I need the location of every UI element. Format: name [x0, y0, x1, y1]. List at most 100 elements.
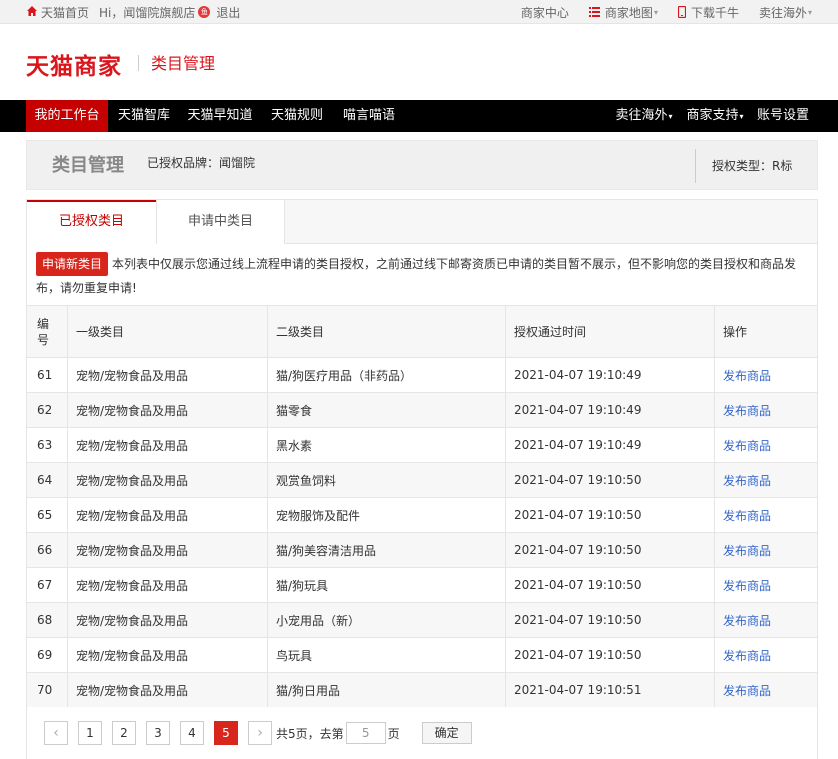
column-divider — [505, 638, 506, 672]
header-category-2: 二级类目 — [276, 325, 325, 339]
publish-product-link[interactable]: 发布商品 — [723, 542, 771, 559]
publish-product-link[interactable]: 发布商品 — [723, 577, 771, 594]
cell-category-2: 鸟玩具 — [276, 648, 313, 663]
cell-id: 70 — [37, 683, 53, 697]
column-divider — [267, 498, 268, 532]
title-divider — [695, 149, 696, 183]
table-row: 70 宠物/宠物食品及用品 猫/狗日用品 2021-04-07 19:10:51 发布商… — [27, 672, 817, 707]
publish-product-link[interactable]: 发布商品 — [723, 402, 771, 419]
page-5-button[interactable]: 5 — [214, 721, 238, 745]
table-row: 68 宠物/宠物食品及用品 小宠用品（新） 2021-04-07 19:10:50 发布… — [27, 602, 817, 637]
page-3-button[interactable]: 3 — [146, 721, 170, 745]
logout-link[interactable]: 退出 — [216, 4, 240, 21]
cell-category-2: 小宠用品（新） — [276, 613, 361, 628]
chevron-down-icon: ▾ — [807, 7, 812, 17]
authorization-type: 授权类型：R标 — [712, 159, 793, 173]
page-number-input[interactable] — [345, 722, 386, 744]
column-divider — [714, 603, 715, 637]
cell-operation: 发布商品 — [723, 568, 813, 602]
cell-category-2: 猫零食 — [276, 403, 313, 418]
cell-auth-time: 2021-04-07 19:10:51 — [514, 683, 642, 697]
column-divider — [67, 463, 68, 497]
publish-product-link[interactable]: 发布商品 — [723, 507, 771, 524]
next-page-button[interactable]: › — [248, 721, 272, 745]
nav-item-workbench[interactable]: 我的工作台 — [26, 100, 108, 132]
nav-item-rules[interactable]: 天猫规则 — [264, 100, 330, 132]
header-id: 编号 — [37, 316, 50, 347]
shop-badge-icon: 鱼 — [198, 6, 211, 18]
cell-id: 63 — [37, 438, 53, 452]
column-divider — [67, 568, 68, 602]
cell-operation: 发布商品 — [723, 638, 813, 672]
publish-product-link[interactable]: 发布商品 — [723, 437, 771, 454]
download-qianniu-link[interactable]: 下载千牛 — [677, 4, 739, 21]
cell-operation: 发布商品 — [723, 533, 813, 567]
nav-merchant-support-label: 商家支持 — [686, 108, 739, 123]
cell-category-1: 宠物/宠物食品及用品 — [76, 683, 189, 698]
page-1-button[interactable]: 1 — [78, 721, 102, 745]
column-divider — [505, 463, 506, 497]
sell-overseas-top-label: 卖往海外 — [758, 5, 807, 20]
nav-item-zaozhidao[interactable]: 天猫早知道 — [182, 100, 258, 132]
cell-category-1: 宠物/宠物食品及用品 — [76, 543, 189, 558]
publish-product-link[interactable]: 发布商品 — [723, 612, 771, 629]
cell-operation: 发布商品 — [723, 393, 813, 427]
cell-category-1: 宠物/宠物食品及用品 — [76, 578, 189, 593]
home-icon — [27, 6, 37, 16]
cell-operation: 发布商品 — [723, 673, 813, 707]
merchant-center-label: 商家中心 — [520, 5, 569, 20]
sell-overseas-top-link[interactable]: 卖往海外 ▾ — [759, 4, 812, 21]
column-divider — [67, 673, 68, 707]
cell-id: 66 — [37, 543, 53, 557]
nav-sell-overseas-label: 卖往海外 — [615, 108, 668, 123]
column-divider — [714, 306, 715, 357]
tmall-merchant-logo[interactable]: 天猫商家 — [26, 47, 122, 81]
logo-divider — [138, 55, 139, 71]
merchant-map-link[interactable]: 商家地图 ▾ — [588, 4, 658, 21]
go-to-page-button[interactable]: 确定 — [421, 722, 472, 744]
column-divider — [67, 533, 68, 567]
nav-item-merchant-support[interactable]: 商家支持▾ — [683, 100, 747, 132]
header-operation: 操作 — [723, 325, 748, 339]
publish-product-link[interactable]: 发布商品 — [723, 472, 771, 489]
cell-category-1: 宠物/宠物食品及用品 — [76, 473, 189, 488]
nav-item-sell-overseas[interactable]: 卖往海外▾ — [612, 100, 676, 132]
column-divider — [67, 603, 68, 637]
merchant-center-link[interactable]: 商家中心 — [521, 4, 569, 21]
column-divider — [67, 638, 68, 672]
chevron-down-icon: ▾ — [668, 112, 673, 121]
publish-product-link[interactable]: 发布商品 — [723, 647, 771, 664]
authorized-brand: 已授权品牌：闻馏院 — [147, 156, 256, 170]
prev-page-button[interactable]: ‹ — [44, 721, 68, 745]
cell-category-2: 猫/狗玩具 — [276, 578, 329, 593]
cell-operation: 发布商品 — [723, 463, 813, 497]
column-divider — [267, 358, 268, 392]
table-row: 67 宠物/宠物食品及用品 猫/狗玩具 2021-04-07 19:10:50 发布商品 — [27, 567, 817, 602]
tab-authorized-categories[interactable]: 已授权类目 — [27, 200, 156, 245]
header-subtitle: 类目管理 — [151, 54, 216, 73]
tab-pending-categories[interactable]: 申请中类目 — [156, 200, 285, 244]
cell-category-1: 宠物/宠物食品及用品 — [76, 403, 189, 418]
cell-id: 61 — [37, 368, 53, 382]
nav-item-miaoyan[interactable]: 喵言喵语 — [336, 100, 402, 132]
apply-new-category-button[interactable]: 申请新类目 — [36, 252, 109, 276]
page-4-button[interactable]: 4 — [180, 721, 204, 745]
tmall-home-link[interactable]: 天猫首页 — [41, 4, 89, 21]
publish-product-link[interactable]: 发布商品 — [723, 682, 771, 699]
nav-item-account-settings[interactable]: 账号设置 — [752, 100, 814, 132]
header-category-1: 一级类目 — [76, 325, 125, 339]
header-auth-time: 授权通过时间 — [514, 325, 587, 339]
top-bar: 天猫首页 Hi，闻馏院旗舰店 鱼 退出 商家中心 商家地图 ▾ 下载千牛 卖往海外… — [0, 0, 838, 24]
nav-item-zhiku[interactable]: 天猫智库 — [111, 100, 177, 132]
notice-text: 本列表中仅展示您通过线上流程申请的类目授权，之前通过线下邮寄资质已申请的类目暂不… — [36, 257, 797, 295]
column-divider — [714, 463, 715, 497]
column-divider — [267, 638, 268, 672]
column-divider — [714, 533, 715, 567]
cell-category-2: 宠物服饰及配件 — [276, 508, 361, 523]
cell-operation: 发布商品 — [723, 498, 813, 532]
column-divider — [67, 306, 68, 357]
column-divider — [714, 393, 715, 427]
main-nav: 我的工作台 天猫智库 天猫早知道 天猫规则 喵言喵语 卖往海外▾ 商家支持▾ 账… — [0, 100, 838, 132]
publish-product-link[interactable]: 发布商品 — [723, 367, 771, 384]
page-2-button[interactable]: 2 — [112, 721, 136, 745]
